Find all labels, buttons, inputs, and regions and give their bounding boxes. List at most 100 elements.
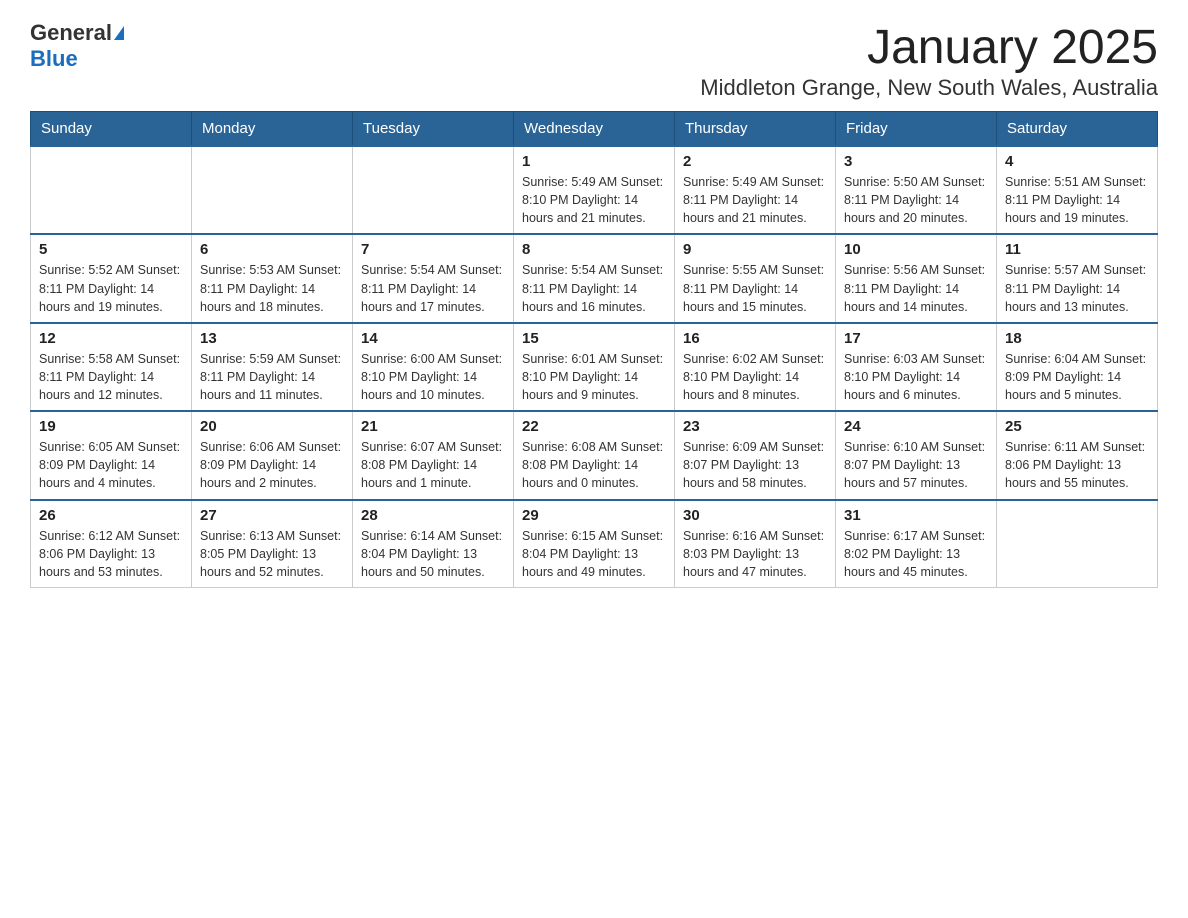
cell-week5-day0: 26 Sunrise: 6:12 AM Sunset: 8:06 PM Dayli… bbox=[31, 500, 192, 588]
cell-week2-day0: 5 Sunrise: 5:52 AM Sunset: 8:11 PM Daylig… bbox=[31, 234, 192, 322]
day-number: 16 bbox=[683, 330, 827, 347]
day-info: Sunrise: 5:51 AM Sunset: 8:11 PM Dayligh… bbox=[1005, 173, 1149, 227]
cell-week1-day6: 4 Sunrise: 5:51 AM Sunset: 8:11 PM Daylig… bbox=[997, 146, 1158, 234]
cell-week5-day6 bbox=[997, 500, 1158, 588]
day-info: Sunrise: 6:10 AM Sunset: 8:07 PM Dayligh… bbox=[844, 438, 988, 492]
day-number: 26 bbox=[39, 507, 183, 524]
day-number: 10 bbox=[844, 241, 988, 258]
day-number: 27 bbox=[200, 507, 344, 524]
day-number: 4 bbox=[1005, 153, 1149, 170]
day-info: Sunrise: 5:53 AM Sunset: 8:11 PM Dayligh… bbox=[200, 261, 344, 315]
cell-week5-day4: 30Sunrise: 6:16 AM Sunset: 8:03 PM Dayli… bbox=[675, 500, 836, 588]
day-info: Sunrise: 5:49 AM Sunset: 8:10 PM Dayligh… bbox=[522, 173, 666, 227]
day-info: Sunrise: 5:55 AM Sunset: 8:11 PM Dayligh… bbox=[683, 261, 827, 315]
day-number: 23 bbox=[683, 418, 827, 435]
day-info: Sunrise: 5:54 AM Sunset: 8:11 PM Dayligh… bbox=[361, 261, 505, 315]
day-number: 18 bbox=[1005, 330, 1149, 347]
day-info: Sunrise: 6:15 AM Sunset: 8:04 PM Dayligh… bbox=[522, 527, 666, 581]
day-number: 21 bbox=[361, 418, 505, 435]
day-number: 17 bbox=[844, 330, 988, 347]
header-wednesday: Wednesday bbox=[514, 112, 675, 147]
header-monday: Monday bbox=[192, 112, 353, 147]
day-number: 15 bbox=[522, 330, 666, 347]
cell-week3-day6: 18Sunrise: 6:04 AM Sunset: 8:09 PM Dayli… bbox=[997, 323, 1158, 411]
cell-week4-day0: 19 Sunrise: 6:05 AM Sunset: 8:09 PM Dayli… bbox=[31, 411, 192, 499]
day-number: 31 bbox=[844, 507, 988, 524]
day-info: Sunrise: 5:54 AM Sunset: 8:11 PM Dayligh… bbox=[522, 261, 666, 315]
cell-week3-day5: 17 Sunrise: 6:03 AM Sunset: 8:10 PM Dayli… bbox=[836, 323, 997, 411]
logo-general: General bbox=[30, 20, 112, 46]
day-number: 3 bbox=[844, 153, 988, 170]
cell-week1-day4: 2 Sunrise: 5:49 AM Sunset: 8:11 PM Daylig… bbox=[675, 146, 836, 234]
logo-blue: Blue bbox=[30, 46, 78, 72]
title-block: January 2025 Middleton Grange, New South… bbox=[700, 20, 1158, 101]
header-sunday: Sunday bbox=[31, 112, 192, 147]
day-info: Sunrise: 6:02 AM Sunset: 8:10 PM Dayligh… bbox=[683, 350, 827, 404]
day-number: 19 bbox=[39, 418, 183, 435]
day-info: Sunrise: 5:52 AM Sunset: 8:11 PM Dayligh… bbox=[39, 261, 183, 315]
day-info: Sunrise: 6:11 AM Sunset: 8:06 PM Dayligh… bbox=[1005, 438, 1149, 492]
day-number: 5 bbox=[39, 241, 183, 258]
day-info: Sunrise: 6:12 AM Sunset: 8:06 PM Dayligh… bbox=[39, 527, 183, 581]
day-info: Sunrise: 6:05 AM Sunset: 8:09 PM Dayligh… bbox=[39, 438, 183, 492]
day-number: 14 bbox=[361, 330, 505, 347]
day-info: Sunrise: 6:06 AM Sunset: 8:09 PM Dayligh… bbox=[200, 438, 344, 492]
header-tuesday: Tuesday bbox=[353, 112, 514, 147]
cell-week5-day3: 29 Sunrise: 6:15 AM Sunset: 8:04 PM Dayli… bbox=[514, 500, 675, 588]
subtitle: Middleton Grange, New South Wales, Austr… bbox=[700, 75, 1158, 101]
day-number: 24 bbox=[844, 418, 988, 435]
day-number: 2 bbox=[683, 153, 827, 170]
cell-week2-day3: 8 Sunrise: 5:54 AM Sunset: 8:11 PM Daylig… bbox=[514, 234, 675, 322]
cell-week3-day4: 16 Sunrise: 6:02 AM Sunset: 8:10 PM Dayli… bbox=[675, 323, 836, 411]
day-number: 12 bbox=[39, 330, 183, 347]
cell-week3-day2: 14 Sunrise: 6:00 AM Sunset: 8:10 PM Dayli… bbox=[353, 323, 514, 411]
day-number: 8 bbox=[522, 241, 666, 258]
cell-week1-day0 bbox=[31, 146, 192, 234]
cell-week2-day5: 10Sunrise: 5:56 AM Sunset: 8:11 PM Dayli… bbox=[836, 234, 997, 322]
day-info: Sunrise: 6:00 AM Sunset: 8:10 PM Dayligh… bbox=[361, 350, 505, 404]
cell-week3-day1: 13Sunrise: 5:59 AM Sunset: 8:11 PM Dayli… bbox=[192, 323, 353, 411]
day-number: 29 bbox=[522, 507, 666, 524]
day-info: Sunrise: 6:08 AM Sunset: 8:08 PM Dayligh… bbox=[522, 438, 666, 492]
day-info: Sunrise: 6:14 AM Sunset: 8:04 PM Dayligh… bbox=[361, 527, 505, 581]
calendar-body: 1 Sunrise: 5:49 AM Sunset: 8:10 PM Daylig… bbox=[31, 146, 1158, 587]
day-info: Sunrise: 6:17 AM Sunset: 8:02 PM Dayligh… bbox=[844, 527, 988, 581]
cell-week1-day5: 3Sunrise: 5:50 AM Sunset: 8:11 PM Daylig… bbox=[836, 146, 997, 234]
cell-week5-day5: 31 Sunrise: 6:17 AM Sunset: 8:02 PM Dayli… bbox=[836, 500, 997, 588]
calendar-header: Sunday Monday Tuesday Wednesday Thursday… bbox=[31, 112, 1158, 147]
cell-week2-day2: 7Sunrise: 5:54 AM Sunset: 8:11 PM Daylig… bbox=[353, 234, 514, 322]
day-info: Sunrise: 6:03 AM Sunset: 8:10 PM Dayligh… bbox=[844, 350, 988, 404]
day-info: Sunrise: 6:01 AM Sunset: 8:10 PM Dayligh… bbox=[522, 350, 666, 404]
cell-week4-day1: 20Sunrise: 6:06 AM Sunset: 8:09 PM Dayli… bbox=[192, 411, 353, 499]
week-row-5: 26 Sunrise: 6:12 AM Sunset: 8:06 PM Dayli… bbox=[31, 500, 1158, 588]
day-info: Sunrise: 5:49 AM Sunset: 8:11 PM Dayligh… bbox=[683, 173, 827, 227]
cell-week1-day2 bbox=[353, 146, 514, 234]
day-number: 9 bbox=[683, 241, 827, 258]
day-info: Sunrise: 6:13 AM Sunset: 8:05 PM Dayligh… bbox=[200, 527, 344, 581]
day-info: Sunrise: 6:07 AM Sunset: 8:08 PM Dayligh… bbox=[361, 438, 505, 492]
week-row-3: 12Sunrise: 5:58 AM Sunset: 8:11 PM Dayli… bbox=[31, 323, 1158, 411]
cell-week4-day6: 25 Sunrise: 6:11 AM Sunset: 8:06 PM Dayli… bbox=[997, 411, 1158, 499]
cell-week4-day5: 24 Sunrise: 6:10 AM Sunset: 8:07 PM Dayli… bbox=[836, 411, 997, 499]
cell-week5-day2: 28 Sunrise: 6:14 AM Sunset: 8:04 PM Dayli… bbox=[353, 500, 514, 588]
cell-week4-day2: 21 Sunrise: 6:07 AM Sunset: 8:08 PM Dayli… bbox=[353, 411, 514, 499]
logo-triangle-icon bbox=[114, 26, 124, 40]
cell-week4-day3: 22Sunrise: 6:08 AM Sunset: 8:08 PM Dayli… bbox=[514, 411, 675, 499]
day-info: Sunrise: 5:57 AM Sunset: 8:11 PM Dayligh… bbox=[1005, 261, 1149, 315]
main-title: January 2025 bbox=[700, 20, 1158, 75]
day-number: 28 bbox=[361, 507, 505, 524]
logo: General Blue bbox=[30, 20, 124, 72]
day-number: 1 bbox=[522, 153, 666, 170]
header-thursday: Thursday bbox=[675, 112, 836, 147]
cell-week2-day6: 11Sunrise: 5:57 AM Sunset: 8:11 PM Dayli… bbox=[997, 234, 1158, 322]
cell-week2-day4: 9 Sunrise: 5:55 AM Sunset: 8:11 PM Daylig… bbox=[675, 234, 836, 322]
day-info: Sunrise: 5:59 AM Sunset: 8:11 PM Dayligh… bbox=[200, 350, 344, 404]
cell-week1-day1 bbox=[192, 146, 353, 234]
day-info: Sunrise: 6:09 AM Sunset: 8:07 PM Dayligh… bbox=[683, 438, 827, 492]
header-friday: Friday bbox=[836, 112, 997, 147]
day-number: 6 bbox=[200, 241, 344, 258]
week-row-4: 19 Sunrise: 6:05 AM Sunset: 8:09 PM Dayli… bbox=[31, 411, 1158, 499]
cell-week2-day1: 6 Sunrise: 5:53 AM Sunset: 8:11 PM Daylig… bbox=[192, 234, 353, 322]
day-number: 25 bbox=[1005, 418, 1149, 435]
cell-week3-day0: 12Sunrise: 5:58 AM Sunset: 8:11 PM Dayli… bbox=[31, 323, 192, 411]
